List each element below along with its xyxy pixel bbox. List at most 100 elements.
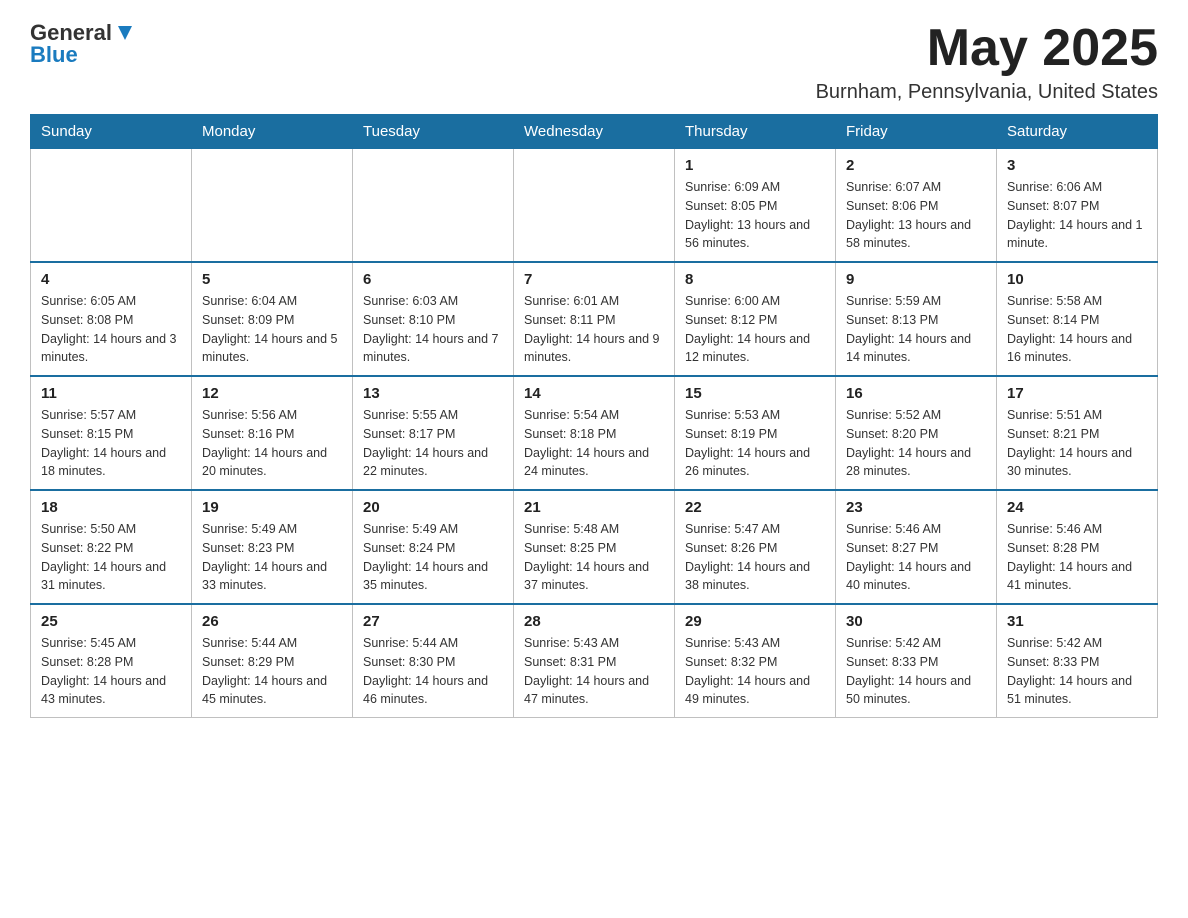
page-header: General Blue May 2025 Burnham, Pennsylva… — [30, 20, 1158, 104]
calendar-cell-w2-d2: 5Sunrise: 6:04 AM Sunset: 8:09 PM Daylig… — [192, 262, 353, 376]
day-number: 7 — [524, 271, 664, 288]
day-info: Sunrise: 5:43 AM Sunset: 8:31 PM Dayligh… — [524, 634, 664, 709]
day-info: Sunrise: 6:03 AM Sunset: 8:10 PM Dayligh… — [363, 292, 503, 367]
col-header-monday: Monday — [192, 115, 353, 149]
day-number: 29 — [685, 613, 825, 630]
calendar-cell-w3-d3: 13 Sunrise: 5:55 AM Sunset: 8:17 PM Dayli… — [353, 376, 514, 490]
title-block: May 2025 Burnham, Pennsylvania, United S… — [816, 20, 1158, 104]
day-info: Sunrise: 5:57 AM Sunset: 8:15 PM Dayligh… — [41, 406, 181, 481]
day-info: Sunrise: 6:09 AM Sunset: 8:05 PM Dayligh… — [685, 178, 825, 253]
calendar-cell-w2-d7: 10 Sunrise: 5:58 AM Sunset: 8:14 PM Dayli… — [997, 262, 1158, 376]
calendar-week-3: 11 Sunrise: 5:57 AM Sunset: 8:15 PM Dayli… — [31, 376, 1158, 490]
month-title: May 2025 — [816, 20, 1158, 77]
day-info: Sunrise: 5:42 AM Sunset: 8:33 PM Dayligh… — [1007, 634, 1147, 709]
calendar-cell-w2-d3: 6 Sunrise: 6:03 AM Sunset: 8:10 PM Daylig… — [353, 262, 514, 376]
calendar-cell-w1-d3 — [353, 149, 514, 263]
calendar-cell-w2-d6: 9 Sunrise: 5:59 AM Sunset: 8:13 PM Daylig… — [836, 262, 997, 376]
day-number: 6 — [363, 271, 503, 288]
calendar-cell-w4-d5: 22Sunrise: 5:47 AM Sunset: 8:26 PM Dayli… — [675, 490, 836, 604]
calendar-cell-w3-d5: 15 Sunrise: 5:53 AM Sunset: 8:19 PM Dayli… — [675, 376, 836, 490]
day-info: Sunrise: 5:56 AM Sunset: 8:16 PM Dayligh… — [202, 406, 342, 481]
col-header-friday: Friday — [836, 115, 997, 149]
day-number: 20 — [363, 499, 503, 516]
calendar-cell-w4-d2: 19 Sunrise: 5:49 AM Sunset: 8:23 PM Dayli… — [192, 490, 353, 604]
day-number: 28 — [524, 613, 664, 630]
logo: General Blue — [30, 20, 136, 68]
location-title: Burnham, Pennsylvania, United States — [816, 81, 1158, 104]
day-info: Sunrise: 5:42 AM Sunset: 8:33 PM Dayligh… — [846, 634, 986, 709]
calendar-cell-w5-d5: 29 Sunrise: 5:43 AM Sunset: 8:32 PM Dayli… — [675, 604, 836, 718]
day-info: Sunrise: 5:52 AM Sunset: 8:20 PM Dayligh… — [846, 406, 986, 481]
calendar-cell-w1-d6: 2Sunrise: 6:07 AM Sunset: 8:06 PM Daylig… — [836, 149, 997, 263]
calendar-week-4: 18 Sunrise: 5:50 AM Sunset: 8:22 PM Dayli… — [31, 490, 1158, 604]
day-number: 23 — [846, 499, 986, 516]
calendar-cell-w1-d2 — [192, 149, 353, 263]
calendar-cell-w1-d5: 1 Sunrise: 6:09 AM Sunset: 8:05 PM Daylig… — [675, 149, 836, 263]
day-info: Sunrise: 6:04 AM Sunset: 8:09 PM Dayligh… — [202, 292, 342, 367]
calendar-cell-w1-d1 — [31, 149, 192, 263]
calendar-week-2: 4 Sunrise: 6:05 AM Sunset: 8:08 PM Daylig… — [31, 262, 1158, 376]
day-number: 8 — [685, 271, 825, 288]
calendar-cell-w3-d2: 12Sunrise: 5:56 AM Sunset: 8:16 PM Dayli… — [192, 376, 353, 490]
logo-triangle-icon — [114, 22, 136, 44]
day-number: 4 — [41, 271, 181, 288]
day-number: 14 — [524, 385, 664, 402]
day-number: 1 — [685, 157, 825, 174]
day-info: Sunrise: 5:50 AM Sunset: 8:22 PM Dayligh… — [41, 520, 181, 595]
day-info: Sunrise: 5:48 AM Sunset: 8:25 PM Dayligh… — [524, 520, 664, 595]
day-info: Sunrise: 5:46 AM Sunset: 8:28 PM Dayligh… — [1007, 520, 1147, 595]
calendar-cell-w1-d4 — [514, 149, 675, 263]
col-header-saturday: Saturday — [997, 115, 1158, 149]
calendar-cell-w4-d4: 21 Sunrise: 5:48 AM Sunset: 8:25 PM Dayli… — [514, 490, 675, 604]
calendar-header-row: Sunday Monday Tuesday Wednesday Thursday… — [31, 115, 1158, 149]
day-info: Sunrise: 5:49 AM Sunset: 8:23 PM Dayligh… — [202, 520, 342, 595]
calendar-cell-w3-d7: 17 Sunrise: 5:51 AM Sunset: 8:21 PM Dayli… — [997, 376, 1158, 490]
day-number: 31 — [1007, 613, 1147, 630]
day-number: 17 — [1007, 385, 1147, 402]
calendar-cell-w5-d7: 31 Sunrise: 5:42 AM Sunset: 8:33 PM Dayli… — [997, 604, 1158, 718]
day-number: 13 — [363, 385, 503, 402]
day-info: Sunrise: 5:59 AM Sunset: 8:13 PM Dayligh… — [846, 292, 986, 367]
col-header-tuesday: Tuesday — [353, 115, 514, 149]
calendar-week-5: 25Sunrise: 5:45 AM Sunset: 8:28 PM Dayli… — [31, 604, 1158, 718]
day-number: 25 — [41, 613, 181, 630]
day-number: 9 — [846, 271, 986, 288]
calendar-cell-w5-d6: 30 Sunrise: 5:42 AM Sunset: 8:33 PM Dayli… — [836, 604, 997, 718]
day-number: 18 — [41, 499, 181, 516]
day-info: Sunrise: 5:53 AM Sunset: 8:19 PM Dayligh… — [685, 406, 825, 481]
day-info: Sunrise: 5:58 AM Sunset: 8:14 PM Dayligh… — [1007, 292, 1147, 367]
day-number: 21 — [524, 499, 664, 516]
day-number: 27 — [363, 613, 503, 630]
calendar-cell-w2-d1: 4 Sunrise: 6:05 AM Sunset: 8:08 PM Daylig… — [31, 262, 192, 376]
day-info: Sunrise: 5:47 AM Sunset: 8:26 PM Dayligh… — [685, 520, 825, 595]
day-info: Sunrise: 6:07 AM Sunset: 8:06 PM Dayligh… — [846, 178, 986, 253]
calendar-cell-w3-d6: 16 Sunrise: 5:52 AM Sunset: 8:20 PM Dayli… — [836, 376, 997, 490]
col-header-sunday: Sunday — [31, 115, 192, 149]
calendar-cell-w1-d7: 3 Sunrise: 6:06 AM Sunset: 8:07 PM Daylig… — [997, 149, 1158, 263]
day-number: 19 — [202, 499, 342, 516]
day-info: Sunrise: 6:01 AM Sunset: 8:11 PM Dayligh… — [524, 292, 664, 367]
day-number: 11 — [41, 385, 181, 402]
day-number: 30 — [846, 613, 986, 630]
day-info: Sunrise: 5:43 AM Sunset: 8:32 PM Dayligh… — [685, 634, 825, 709]
calendar-cell-w4-d7: 24Sunrise: 5:46 AM Sunset: 8:28 PM Dayli… — [997, 490, 1158, 604]
calendar-cell-w5-d3: 27 Sunrise: 5:44 AM Sunset: 8:30 PM Dayli… — [353, 604, 514, 718]
day-number: 16 — [846, 385, 986, 402]
day-info: Sunrise: 6:06 AM Sunset: 8:07 PM Dayligh… — [1007, 178, 1147, 253]
calendar-cell-w4-d1: 18 Sunrise: 5:50 AM Sunset: 8:22 PM Dayli… — [31, 490, 192, 604]
calendar-cell-w3-d4: 14Sunrise: 5:54 AM Sunset: 8:18 PM Dayli… — [514, 376, 675, 490]
day-info: Sunrise: 6:05 AM Sunset: 8:08 PM Dayligh… — [41, 292, 181, 367]
calendar-table: Sunday Monday Tuesday Wednesday Thursday… — [30, 114, 1158, 718]
day-info: Sunrise: 5:44 AM Sunset: 8:29 PM Dayligh… — [202, 634, 342, 709]
day-info: Sunrise: 5:44 AM Sunset: 8:30 PM Dayligh… — [363, 634, 503, 709]
col-header-wednesday: Wednesday — [514, 115, 675, 149]
calendar-cell-w4-d6: 23Sunrise: 5:46 AM Sunset: 8:27 PM Dayli… — [836, 490, 997, 604]
day-info: Sunrise: 5:55 AM Sunset: 8:17 PM Dayligh… — [363, 406, 503, 481]
day-number: 10 — [1007, 271, 1147, 288]
calendar-cell-w2-d5: 8Sunrise: 6:00 AM Sunset: 8:12 PM Daylig… — [675, 262, 836, 376]
calendar-cell-w5-d2: 26Sunrise: 5:44 AM Sunset: 8:29 PM Dayli… — [192, 604, 353, 718]
day-number: 3 — [1007, 157, 1147, 174]
col-header-thursday: Thursday — [675, 115, 836, 149]
day-number: 15 — [685, 385, 825, 402]
day-info: Sunrise: 5:51 AM Sunset: 8:21 PM Dayligh… — [1007, 406, 1147, 481]
